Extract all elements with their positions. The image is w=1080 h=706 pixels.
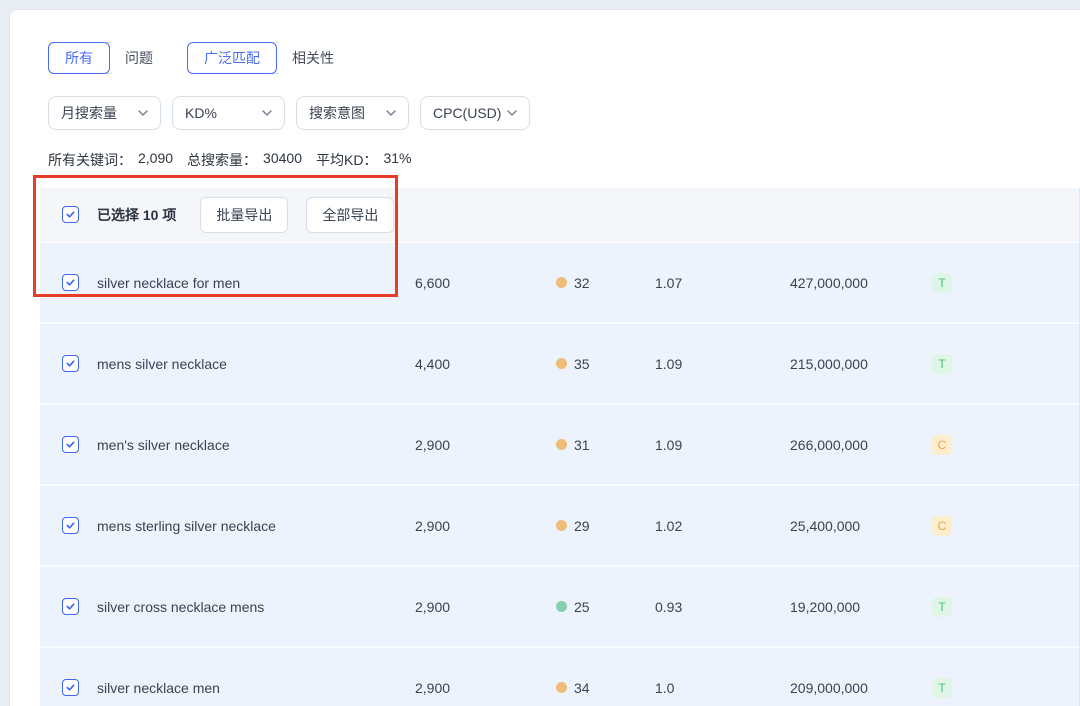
kd-dot-icon [556,439,567,450]
cpc-cell: 1.09 [655,437,770,453]
stat-total-volume-label: 总搜索量： [187,150,257,170]
table-row: silver necklace men 2,900 34 1.0 209,000… [40,646,1080,706]
cpc-cell: 1.09 [655,356,770,372]
kd-value: 29 [574,518,590,534]
keyword-link[interactable]: silver necklace men [97,680,397,696]
kd-cell: 32 [556,275,636,291]
filter-search-intent-label: 搜索意图 [309,103,365,123]
intent-badge: C [932,435,952,455]
kd-value: 32 [574,275,590,291]
kd-cell: 31 [556,437,636,453]
stat-avg-kd: 平均KD： 31% [316,150,411,170]
cpc-cell: 0.93 [655,599,770,615]
filter-kd[interactable]: KD% [172,96,285,130]
kd-value: 25 [574,599,590,615]
kd-cell: 35 [556,356,636,372]
intent-badge: T [932,678,952,698]
intent-badge: T [932,597,952,617]
results-cell: 209,000,000 [790,680,910,696]
results-cell: 19,200,000 [790,599,910,615]
table-row: silver cross necklace mens 2,900 25 0.93… [40,565,1080,646]
table-row: mens silver necklace 4,400 35 1.09 215,0… [40,322,1080,403]
kd-value: 35 [574,356,590,372]
volume-cell: 4,400 [415,356,535,372]
row-checkbox[interactable] [62,274,79,291]
tab-questions[interactable]: 问题 [108,42,170,74]
keyword-link[interactable]: silver necklace for men [97,275,397,291]
table-row: mens sterling silver necklace 2,900 29 1… [40,484,1080,565]
stat-all-keywords-value: 2,090 [138,150,173,170]
volume-cell: 6,600 [415,275,535,291]
row-checkbox[interactable] [62,679,79,696]
tab-broad-match[interactable]: 广泛匹配 [187,42,277,74]
chevron-down-icon [507,110,517,116]
results-cell: 215,000,000 [790,356,910,372]
kd-cell: 34 [556,680,636,696]
kd-dot-icon [556,601,567,612]
volume-cell: 2,900 [415,437,535,453]
chevron-down-icon [138,110,148,116]
stat-total-volume: 总搜索量： 30400 [187,150,302,170]
keyword-research-page: { "tabs": { "group1": [ { "label": "所有",… [0,0,1080,706]
kd-value: 34 [574,680,590,696]
stat-avg-kd-value: 31% [383,150,411,170]
stat-avg-kd-label: 平均KD： [316,150,377,170]
kd-value: 31 [574,437,590,453]
row-checkbox[interactable] [62,517,79,534]
match-type-tabs: 所有 问题 广泛匹配 相关性 [48,42,1080,74]
row-checkbox[interactable] [62,598,79,615]
batch-export-button[interactable]: 批量导出 [200,197,288,233]
filter-cpc-label: CPC(USD) [433,105,501,121]
tab-related[interactable]: 相关性 [275,42,351,74]
results-cell: 25,400,000 [790,518,910,534]
keyword-link[interactable]: men's silver necklace [97,437,397,453]
kd-dot-icon [556,520,567,531]
filter-kd-label: KD% [185,105,217,121]
tab-group-all-questions: 所有 问题 [48,42,170,74]
volume-cell: 2,900 [415,518,535,534]
results-cell: 266,000,000 [790,437,910,453]
kd-dot-icon [556,682,567,693]
intent-badge: T [932,273,952,293]
volume-cell: 2,900 [415,680,535,696]
keyword-link[interactable]: silver cross necklace mens [97,599,397,615]
intent-badge: T [932,354,952,374]
tab-all[interactable]: 所有 [48,42,110,74]
export-all-button[interactable]: 全部导出 [306,197,394,233]
keyword-link[interactable]: mens sterling silver necklace [97,518,397,534]
stat-total-volume-value: 30400 [263,150,302,170]
keywords-table: 已选择 10 项 批量导出 全部导出 silver necklace for m… [40,188,1080,706]
row-checkbox[interactable] [62,436,79,453]
filters-row: 月搜索量 KD% 搜索意图 CPC(USD) [48,96,1080,130]
stat-all-keywords: 所有关键词： 2,090 [48,150,173,170]
filter-monthly-volume-label: 月搜索量 [61,103,117,123]
select-all-checkbox[interactable] [62,206,79,223]
filter-monthly-volume[interactable]: 月搜索量 [48,96,161,130]
cpc-cell: 1.02 [655,518,770,534]
filter-search-intent[interactable]: 搜索意图 [296,96,409,130]
chevron-down-icon [386,110,396,116]
cpc-cell: 1.07 [655,275,770,291]
results-cell: 427,000,000 [790,275,910,291]
keyword-link[interactable]: mens silver necklace [97,356,397,372]
main-panel: 所有 问题 广泛匹配 相关性 月搜索量 KD% 搜索意图 CPC(USD) 所有… [9,9,1080,706]
tab-group-match: 广泛匹配 相关性 [187,42,351,74]
table-row: men's silver necklace 2,900 31 1.09 266,… [40,403,1080,484]
row-checkbox[interactable] [62,355,79,372]
volume-cell: 2,900 [415,599,535,615]
kd-dot-icon [556,277,567,288]
kd-cell: 29 [556,518,636,534]
cpc-cell: 1.0 [655,680,770,696]
stat-all-keywords-label: 所有关键词： [48,150,132,170]
kd-dot-icon [556,358,567,369]
selected-count-text: 已选择 10 项 [97,205,176,225]
chevron-down-icon [262,110,272,116]
kd-cell: 25 [556,599,636,615]
table-row: silver necklace for men 6,600 32 1.07 42… [40,241,1080,322]
intent-badge: C [932,516,952,536]
filter-cpc[interactable]: CPC(USD) [420,96,530,130]
summary-stats: 所有关键词： 2,090 总搜索量： 30400 平均KD： 31% [48,150,1080,170]
selection-bar: 已选择 10 项 批量导出 全部导出 [40,188,1080,241]
